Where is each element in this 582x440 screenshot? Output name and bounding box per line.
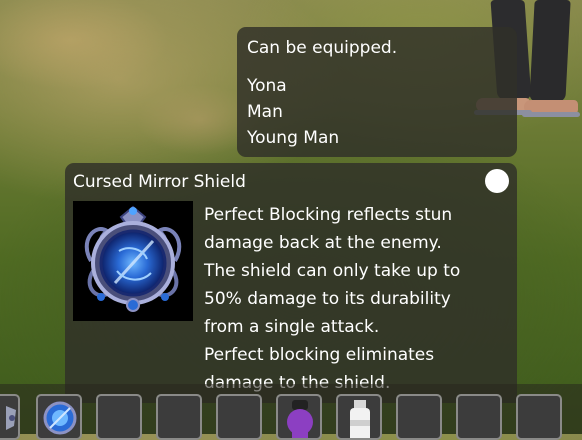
hotbar-slot-7[interactable] [336, 394, 382, 440]
description-line: 50% damage to its durability [204, 289, 451, 309]
partial-item-icon [0, 396, 18, 438]
hotbar-slot-9[interactable] [456, 394, 502, 440]
hotbar-slot-2[interactable] [36, 394, 82, 440]
pin-toggle-button[interactable] [485, 169, 509, 193]
hotbar-slot-8[interactable] [396, 394, 442, 440]
equip-info-panel: Can be equipped. Yona Man Young Man [237, 27, 517, 157]
hotbar-slot-3[interactable] [96, 394, 142, 440]
item-name: Cursed Mirror Shield [73, 172, 246, 192]
mirror-shield-icon [38, 396, 80, 438]
hotbar-slot-1[interactable] [0, 394, 20, 440]
right-leg [529, 0, 571, 102]
equip-character: Young Man [247, 128, 340, 148]
purple-potion-icon [278, 396, 320, 438]
item-tooltip-panel: Cursed Mirror Shield Perfect Blocking re… [65, 163, 517, 403]
description-line: Perfect Blocking reflects stun [204, 205, 453, 225]
item-description: Perfect Blocking reflects stun damage ba… [204, 201, 509, 397]
description-line: Perfect blocking eliminates [204, 345, 435, 365]
hotbar-slot-10[interactable] [516, 394, 562, 440]
right-sandal [522, 112, 580, 117]
milk-bottle-icon [338, 396, 380, 438]
cursed-mirror-shield-icon [73, 201, 193, 321]
equip-character: Yona [247, 76, 287, 96]
hotbar-slot-5[interactable] [216, 394, 262, 440]
equip-heading: Can be equipped. [247, 38, 398, 58]
description-line: damage back at the enemy. [204, 233, 442, 253]
equip-character: Man [247, 102, 283, 122]
hotbar-slot-4[interactable] [156, 394, 202, 440]
description-line: The shield can only take up to [204, 261, 461, 281]
equip-character-list: Yona Man Young Man [247, 73, 339, 151]
description-line: from a single attack. [204, 317, 380, 337]
hotbar-slot-6[interactable] [276, 394, 322, 440]
